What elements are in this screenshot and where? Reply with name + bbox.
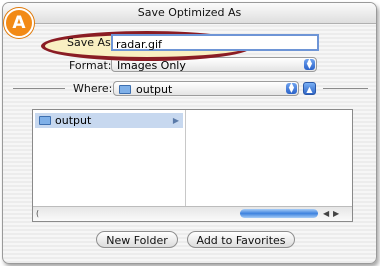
folder-icon <box>119 85 131 94</box>
format-label: Format: <box>69 59 112 72</box>
where-select[interactable]: output ▲ ▼ <box>113 81 299 96</box>
where-label: Where: <box>73 82 113 95</box>
folder-icon <box>39 116 51 125</box>
expand-triangle-button[interactable]: ▲ <box>303 82 316 95</box>
browser-row-output[interactable]: output ▶ <box>35 113 183 128</box>
browser-column: output ▶ <box>33 110 186 207</box>
where-value: output <box>136 83 173 96</box>
add-to-favorites-button[interactable]: Add to Favorites <box>187 231 295 248</box>
file-browser: output ▶ ( ◀ ▶ <box>32 109 353 222</box>
step-a-badge: A <box>4 8 34 38</box>
browser-row-label: output <box>55 114 92 127</box>
horizontal-scrollbar[interactable]: ( ◀ ▶ <box>33 206 352 221</box>
scrollbar-thumb[interactable] <box>240 209 318 218</box>
divider-right <box>323 88 368 89</box>
save-as-input[interactable]: radar.gif <box>111 34 319 51</box>
divider-left <box>13 88 65 89</box>
scroll-left-icon[interactable]: ◀ <box>323 208 329 220</box>
dialog-title: Save Optimized As <box>3 3 376 24</box>
disclosure-arrow-icon: ▶ <box>172 116 179 125</box>
scroll-right-icon[interactable]: ▶ <box>333 208 339 220</box>
save-dialog: Save Optimized As Save As: radar.gif For… <box>2 2 377 264</box>
updown-arrows-icon: ▲ ▼ <box>286 82 297 94</box>
scroll-left-cap-icon: ( <box>36 209 40 218</box>
save-as-label: Save As: <box>67 36 115 49</box>
new-folder-button[interactable]: New Folder <box>96 231 178 248</box>
updown-arrows-icon: ▲ ▼ <box>304 58 315 70</box>
